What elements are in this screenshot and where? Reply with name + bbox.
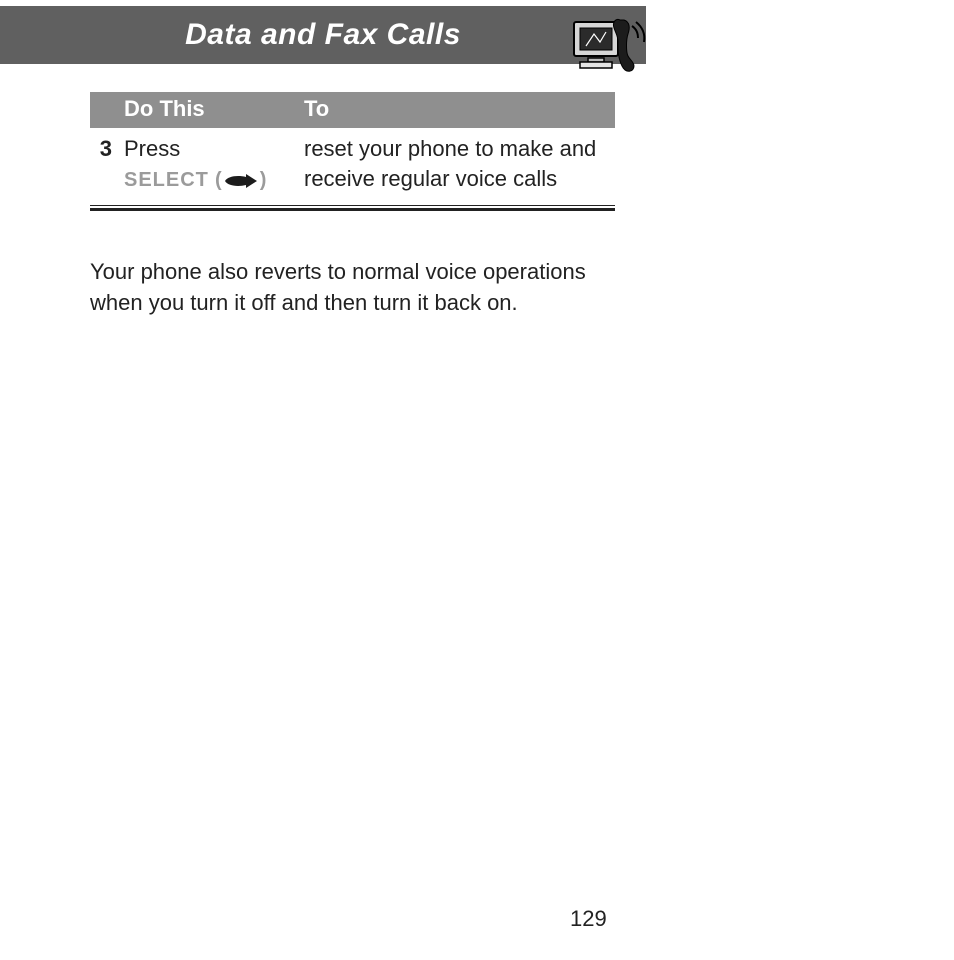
table-header-to: To: [296, 92, 615, 128]
body-paragraph: Your phone also reverts to normal voice …: [90, 257, 615, 319]
table-row: 3 Press SELECT () reset your phone to ma…: [90, 128, 615, 205]
table-rule-thin: [90, 205, 615, 206]
step-number: 3: [90, 128, 116, 205]
step-result: reset your phone to make and receive reg…: [296, 128, 615, 205]
section-title: Data and Fax Calls: [185, 18, 461, 52]
table-header-blank: [90, 92, 116, 128]
select-key-icon: [224, 166, 258, 196]
page-number: 129: [570, 906, 607, 932]
manual-page: Data and Fax Calls Do This To: [0, 6, 954, 960]
paren-close: ): [260, 169, 267, 191]
computer-phone-icon: [572, 16, 648, 79]
select-key-label: SELECT: [124, 169, 209, 191]
paren-open: (: [215, 169, 222, 191]
action-press: Press: [124, 136, 180, 161]
section-title-bar: Data and Fax Calls: [0, 6, 646, 64]
table-rule-thick: [90, 208, 615, 211]
step-action: Press SELECT (): [116, 128, 296, 205]
instruction-table: Do This To 3 Press SELECT () reset your …: [90, 92, 615, 211]
content-area: Do This To 3 Press SELECT () reset your …: [90, 92, 615, 319]
table-header-do-this: Do This: [116, 92, 296, 128]
